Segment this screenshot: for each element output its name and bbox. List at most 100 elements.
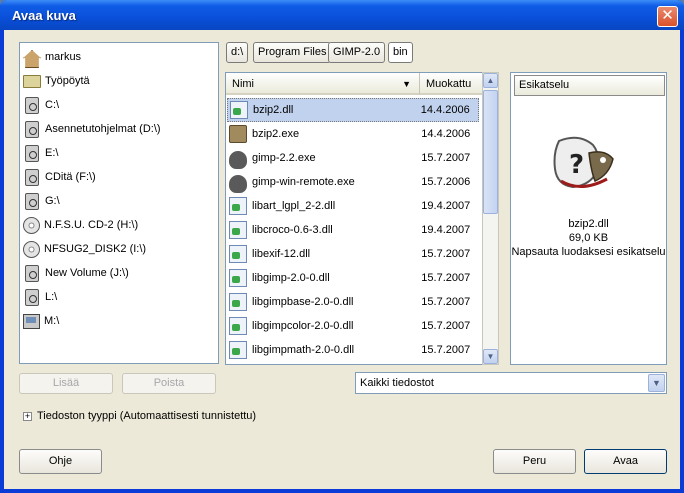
path-segment-program-files[interactable]: Program Files — [253, 42, 332, 63]
scrollbar-thumb[interactable] — [483, 90, 498, 214]
chevron-down-icon[interactable]: ▼ — [648, 374, 665, 392]
preview-header: Esikatselu — [514, 75, 665, 96]
file-row[interactable]: libgimp-2.0-0.dll 15.7.2007 — [227, 266, 479, 290]
file-date: 15.7.2007 — [421, 272, 471, 284]
path-segment-bin[interactable]: bin — [388, 42, 413, 63]
place-item-j[interactable]: New Volume (J:\) — [23, 262, 215, 284]
dialog-window: Avaa kuva ✕ markus Työpöytä C:\ Asennetu… — [0, 0, 684, 493]
dialog-title: Avaa kuva — [12, 8, 76, 23]
path-segment-gimp[interactable]: GIMP-2.0 — [328, 42, 386, 63]
file-date: 14.4.2006 — [420, 104, 470, 116]
file-name: libgimpmath-2.0-0.dll — [252, 344, 355, 356]
file-date: 19.4.2007 — [421, 224, 471, 236]
place-item-l[interactable]: L:\ — [23, 286, 215, 308]
place-label: M:\ — [44, 315, 60, 327]
place-label: CDitä (F:\) — [45, 171, 96, 183]
cd-icon — [23, 240, 40, 258]
drive-icon — [25, 120, 39, 138]
column-header-name[interactable]: Nimi ▼ — [226, 73, 420, 95]
gimp-exe-icon — [229, 151, 247, 169]
file-row[interactable]: libgimpcolor-2.0-0.dll 15.7.2007 — [227, 314, 479, 338]
place-label: markus — [45, 51, 82, 63]
folder-icon — [23, 74, 41, 88]
file-name: libgimp-2.0-0.dll — [252, 272, 330, 284]
place-item-i[interactable]: NFSUG2_DISK2 (I:\) — [23, 238, 215, 260]
gimp-exe-icon — [229, 175, 247, 193]
place-item-e[interactable]: E:\ — [23, 142, 215, 164]
sort-descending-icon: ▼ — [402, 79, 411, 89]
file-date: 15.7.2006 — [421, 176, 471, 188]
svg-text:?: ? — [569, 150, 584, 180]
file-name: libgimpbase-2.0-0.dll — [252, 296, 354, 308]
file-row[interactable]: gimp-2.2.exe 15.7.2007 — [227, 146, 479, 170]
file-date: 15.7.2007 — [421, 152, 471, 164]
drive-icon — [25, 192, 39, 210]
preview-hint: Napsauta luodaksesi esikatselu — [511, 246, 666, 258]
exe-file-icon — [229, 125, 247, 143]
add-bookmark-button[interactable]: Lisää — [19, 373, 113, 394]
place-item-h[interactable]: N.F.S.U. CD-2 (H:\) — [23, 214, 215, 236]
file-list-scrollbar[interactable]: ▲ ▼ — [482, 72, 499, 365]
file-row[interactable]: libart_lgpl_2-2.dll 19.4.2007 — [227, 194, 479, 218]
file-name: libgimpcolor-2.0-0.dll — [252, 320, 354, 332]
filter-value: Kaikki tiedostot — [360, 377, 434, 389]
file-date: 15.7.2007 — [421, 344, 471, 356]
file-type-expander[interactable]: + Tiedoston tyyppi (Automaattisesti tunn… — [23, 410, 256, 422]
place-label: NFSUG2_DISK2 (I:\) — [44, 243, 147, 255]
place-item-desktop[interactable]: Työpöytä — [23, 70, 215, 92]
place-item-m[interactable]: M:\ — [23, 310, 215, 332]
scroll-up-arrow-icon[interactable]: ▲ — [483, 73, 498, 88]
help-button[interactable]: Ohje — [19, 449, 102, 474]
file-row[interactable]: gimp-win-remote.exe 15.7.2006 — [227, 170, 479, 194]
place-item-g[interactable]: G:\ — [23, 190, 215, 212]
home-icon — [23, 50, 41, 68]
place-item-c[interactable]: C:\ — [23, 94, 215, 116]
remove-bookmark-button[interactable]: Poista — [122, 373, 216, 394]
cancel-button[interactable]: Peru — [493, 449, 576, 474]
title-bar[interactable]: Avaa kuva ✕ — [0, 0, 684, 30]
drive-icon — [25, 288, 39, 306]
open-button[interactable]: Avaa — [584, 449, 667, 474]
place-label: Asennetutohjelmat (D:\) — [45, 123, 161, 135]
preview-pane[interactable]: Esikatselu ? bzip2.dll 69,0 KB Napsauta … — [510, 72, 667, 365]
close-button[interactable]: ✕ — [657, 6, 678, 27]
place-item-f[interactable]: CDitä (F:\) — [23, 166, 215, 188]
drive-icon — [25, 144, 39, 162]
file-list: Nimi ▼ Muokattu bzip2.dll 14.4.2006 bzip… — [225, 72, 499, 365]
file-date: 15.7.2007 — [421, 296, 471, 308]
file-date: 15.7.2007 — [421, 320, 471, 332]
file-row[interactable]: libgimpmath-2.0-0.dll 15.7.2007 — [227, 338, 479, 362]
dll-file-icon — [229, 317, 247, 335]
dialog-body: markus Työpöytä C:\ Asennetutohjelmat (D… — [4, 30, 680, 489]
expand-plus-icon[interactable]: + — [23, 411, 32, 421]
file-row[interactable]: bzip2.dll 14.4.2006 — [227, 98, 479, 122]
file-row[interactable]: libcroco-0.6-3.dll 19.4.2007 — [227, 218, 479, 242]
file-name: gimp-win-remote.exe — [252, 176, 355, 188]
column-name-label: Nimi — [232, 78, 254, 90]
place-label: C:\ — [45, 99, 60, 111]
place-item-d[interactable]: Asennetutohjelmat (D:\) — [23, 118, 215, 140]
file-date: 15.7.2007 — [421, 248, 471, 260]
file-date: 19.4.2007 — [421, 200, 471, 212]
place-label: G:\ — [45, 195, 60, 207]
file-name: libcroco-0.6-3.dll — [252, 224, 333, 236]
network-drive-icon — [23, 313, 40, 329]
file-type-label: Tiedoston tyyppi (Automaattisesti tunnis… — [37, 410, 257, 422]
place-item-markus[interactable]: markus — [23, 46, 215, 68]
scroll-down-arrow-icon[interactable]: ▼ — [483, 349, 498, 364]
file-row[interactable]: bzip2.exe 14.4.2006 — [227, 122, 479, 146]
cd-icon — [23, 216, 40, 234]
file-filter-select[interactable]: Kaikki tiedostot ▼ — [355, 372, 667, 394]
file-row[interactable]: libexif-12.dll 15.7.2007 — [227, 242, 479, 266]
preview-size: 69,0 KB — [568, 232, 609, 244]
dll-file-icon — [230, 101, 248, 119]
dll-file-icon — [229, 197, 247, 215]
place-label: Työpöytä — [45, 75, 90, 87]
dll-file-icon — [229, 341, 247, 359]
path-segment-drive[interactable]: d:\ — [226, 42, 249, 63]
file-name: gimp-2.2.exe — [252, 152, 316, 164]
file-row[interactable]: libgimpbase-2.0-0.dll 15.7.2007 — [227, 290, 479, 314]
drive-icon — [25, 168, 39, 186]
places-list: markus Työpöytä C:\ Asennetutohjelmat (D… — [19, 42, 219, 364]
dll-file-icon — [229, 293, 247, 311]
